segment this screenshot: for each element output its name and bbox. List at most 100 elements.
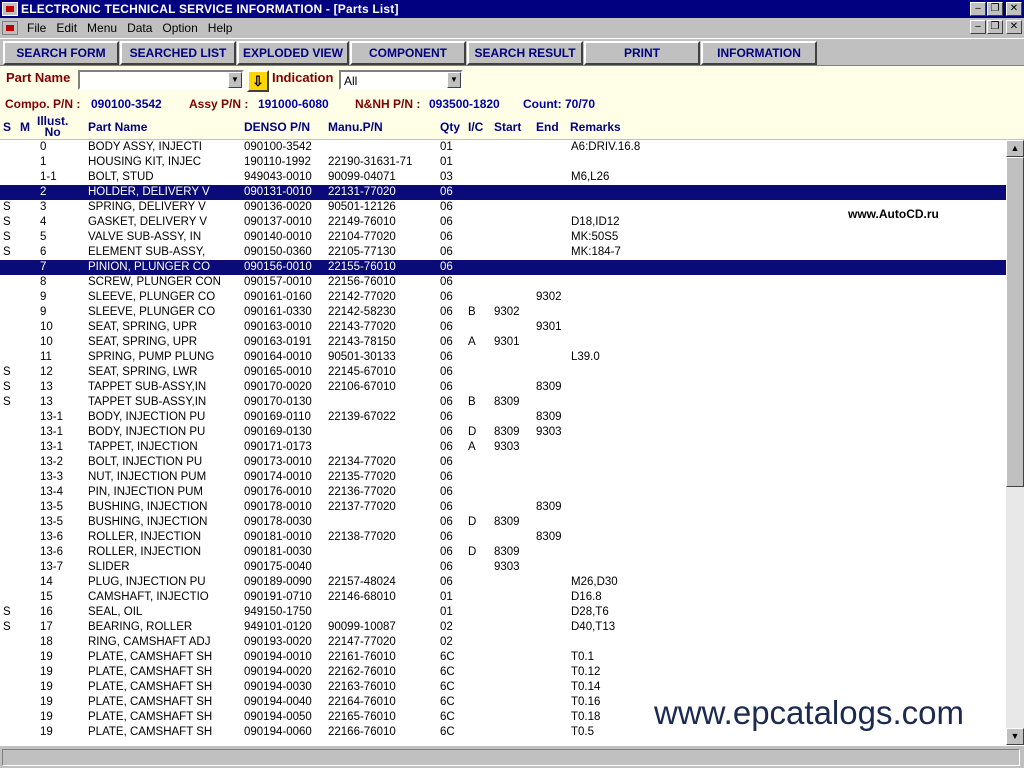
table-row[interactable]: 1-1 BOLT, STUD 949043-0010 90099-04071 03 M6,… [0, 170, 1006, 185]
cell-illust-no: 7 [40, 261, 47, 273]
close-button[interactable]: ✕ [1006, 2, 1022, 16]
table-row[interactable]: S 12 SEAT, SPRING, LWR 090165-0010 22145-670… [0, 365, 1006, 380]
scroll-thumb[interactable] [1006, 157, 1024, 487]
cell-part-name: SEAT, SPRING, UPR [88, 336, 198, 348]
table-row[interactable]: 8 SCREW, PLUNGER CON 090157-0010 22156-7601… [0, 275, 1006, 290]
col-remarks[interactable]: Remarks [570, 120, 621, 134]
cell-denso-pn: 090181-0010 [244, 531, 312, 543]
table-row[interactable]: 13-1 TAPPET, INJECTION 090171-0173 06 A 9303 [0, 440, 1006, 455]
table-row[interactable]: 13-5 BUSHING, INJECTION 090178-0010 22137-7… [0, 500, 1006, 515]
col-manu[interactable]: Manu.P/N [328, 120, 383, 134]
table-row[interactable]: S 6 ELEMENT SUB-ASSY, 090150-0360 22105-7713… [0, 245, 1006, 260]
scroll-up-icon[interactable]: ▲ [1006, 140, 1024, 157]
cell-illust-no: 19 [40, 681, 53, 693]
table-row[interactable]: 0 BODY ASSY, INJECTI 090100-3542 01 A6:DRIV.… [0, 140, 1006, 155]
part-name-combo[interactable]: ▼ [78, 70, 244, 90]
table-row[interactable]: 13-4 PIN, INJECTION PUM 090176-0010 22136-7… [0, 485, 1006, 500]
table-row[interactable]: 13-5 BUSHING, INJECTION 090178-0030 06 D 8309 [0, 515, 1006, 530]
table-row[interactable]: 2 HOLDER, DELIVERY V 090131-0010 22131-7702… [0, 185, 1006, 200]
cell-part-name: PIN, INJECTION PUM [88, 486, 204, 498]
menu-help[interactable]: Help [203, 21, 238, 35]
col-ic[interactable]: I/C [468, 120, 483, 134]
table-row[interactable]: 10 SEAT, SPRING, UPR 090163-0010 22143-7702… [0, 320, 1006, 335]
parts-grid[interactable]: 0 BODY ASSY, INJECTI 090100-3542 01 A6:DRIV.… [0, 140, 1006, 745]
print-button[interactable]: PRINT [584, 41, 700, 65]
table-row[interactable]: S 5 VALVE SUB-ASSY, IN 090140-0010 22104-770… [0, 230, 1006, 245]
table-row[interactable]: 10 SEAT, SPRING, UPR 090163-0191 22143-7815… [0, 335, 1006, 350]
cell-manu-pn: 22149-76010 [328, 216, 396, 228]
table-row[interactable]: 18 RING, CAMSHAFT ADJ 090193-0020 22147-770… [0, 635, 1006, 650]
cell-end: 8309 [536, 531, 562, 543]
col-start[interactable]: Start [494, 120, 521, 134]
cell-illust-no: 11 [40, 351, 52, 363]
table-row[interactable]: S 17 BEARING, ROLLER 949101-0120 90099-10087… [0, 620, 1006, 635]
table-row[interactable]: 13-6 ROLLER, INJECTION 090181-0030 06 D 8309 [0, 545, 1006, 560]
exploded-view-button[interactable]: EXPLODED VIEW [237, 41, 349, 65]
cell-qty: 06 [440, 426, 453, 438]
table-row[interactable]: 13-7 SLIDER 090175-0040 06 9303 [0, 560, 1006, 575]
minimize-button[interactable]: ‒ [970, 2, 986, 16]
document-icon[interactable] [2, 20, 18, 35]
table-row[interactable]: 19 PLATE, CAMSHAFT SH 090194-0030 22163-760… [0, 680, 1006, 695]
table-row[interactable]: 13-1 BODY, INJECTION PU 090169-0110 22139-6… [0, 410, 1006, 425]
menu-menu[interactable]: Menu [82, 21, 122, 35]
menu-data[interactable]: Data [122, 21, 157, 35]
table-row[interactable]: S 13 TAPPET SUB-ASSY,IN 090170-0130 06 B 8309 [0, 395, 1006, 410]
table-row[interactable]: 15 CAMSHAFT, INJECTIO 090191-0710 22146-680… [0, 590, 1006, 605]
menu-edit[interactable]: Edit [51, 21, 82, 35]
table-row[interactable]: S 13 TAPPET SUB-ASSY,IN 090170-0020 22106-67… [0, 380, 1006, 395]
restore-button[interactable]: ❐ [987, 2, 1003, 16]
cell-manu-pn: 22165-76010 [328, 711, 396, 723]
table-row[interactable]: 9 SLEEVE, PLUNGER CO 090161-0330 22142-5823… [0, 305, 1006, 320]
scroll-down-icon[interactable]: ▼ [1006, 728, 1024, 745]
table-row[interactable]: 19 PLATE, CAMSHAFT SH 090194-0020 22162-760… [0, 665, 1006, 680]
cell-part-name: ELEMENT SUB-ASSY, [88, 246, 206, 258]
cell-part-name: BUSHING, INJECTION [88, 501, 208, 513]
watermark-epcatalogs: www.epcatalogs.com [654, 694, 964, 731]
child-restore-button[interactable]: ❐ [987, 20, 1003, 34]
table-row[interactable]: 13-6 ROLLER, INJECTION 090181-0010 22138-77… [0, 530, 1006, 545]
menu-file[interactable]: File [22, 21, 51, 35]
col-s[interactable]: S [3, 120, 11, 134]
col-part-name[interactable]: Part Name [88, 120, 147, 134]
chevron-down-icon[interactable]: ▼ [447, 72, 461, 88]
vertical-scrollbar[interactable]: ▲ ▼ [1006, 140, 1024, 745]
cell-illust-no: 19 [40, 696, 53, 708]
table-row[interactable]: 1 HOUSING KIT, INJEC 190110-1992 22190-3163… [0, 155, 1006, 170]
searched-list-button[interactable]: SEARCHED LIST [120, 41, 236, 65]
arrow-down-icon[interactable]: ⇩ [247, 70, 269, 92]
table-row[interactable]: 13-2 BOLT, INJECTION PU 090173-0010 22134-7… [0, 455, 1006, 470]
table-row[interactable]: 7 PINION, PLUNGER CO 090156-0010 22155-7601… [0, 260, 1006, 275]
indication-combo[interactable]: All ▼ [339, 70, 463, 90]
search-result-button[interactable]: SEARCH RESULT [467, 41, 583, 65]
cell-denso-pn: 090136-0020 [244, 201, 312, 213]
component-button[interactable]: COMPONENT [350, 41, 466, 65]
cell-remarks: M6,L26 [571, 171, 610, 183]
table-row[interactable]: 13-3 NUT, INJECTION PUM 090174-0010 22135-7… [0, 470, 1006, 485]
search-form-button[interactable]: SEARCH FORM [3, 41, 119, 65]
cell-denso-pn: 090163-0010 [244, 321, 312, 333]
child-close-button[interactable]: ✕ [1006, 20, 1022, 34]
col-end[interactable]: End [536, 120, 559, 134]
information-button[interactable]: INFORMATION [701, 41, 817, 65]
col-m[interactable]: M [20, 120, 30, 134]
cell-part-name: PLATE, CAMSHAFT SH [88, 711, 213, 723]
table-row[interactable]: 13-1 BODY, INJECTION PU 090169-0130 06 D 8309… [0, 425, 1006, 440]
cell-denso-pn: 090194-0020 [244, 666, 312, 678]
menu-option[interactable]: Option [157, 21, 202, 35]
chevron-down-icon[interactable]: ▼ [228, 72, 242, 88]
child-minimize-button[interactable]: ‒ [970, 20, 986, 34]
table-row[interactable]: S 16 SEAL, OIL 949150-1750 01 D28,T6 [0, 605, 1006, 620]
table-row[interactable]: 11 SPRING, PUMP PLUNG 090164-0010 90501-301… [0, 350, 1006, 365]
col-qty[interactable]: Qty [440, 120, 460, 134]
assy-value: 191000-6080 [258, 97, 329, 111]
cell-qty: 06 [440, 486, 453, 498]
table-row[interactable]: 14 PLUG, INJECTION PU 090189-0090 22157-480… [0, 575, 1006, 590]
app-icon[interactable] [2, 2, 18, 16]
col-illust[interactable]: Illust. No [37, 115, 68, 138]
table-row[interactable]: 9 SLEEVE, PLUNGER CO 090161-0160 22142-7702… [0, 290, 1006, 305]
col-denso[interactable]: DENSO P/N [244, 120, 310, 134]
cell-start: 9303 [494, 561, 520, 573]
cell-ic: D [468, 516, 477, 528]
table-row[interactable]: 19 PLATE, CAMSHAFT SH 090194-0010 22161-760… [0, 650, 1006, 665]
